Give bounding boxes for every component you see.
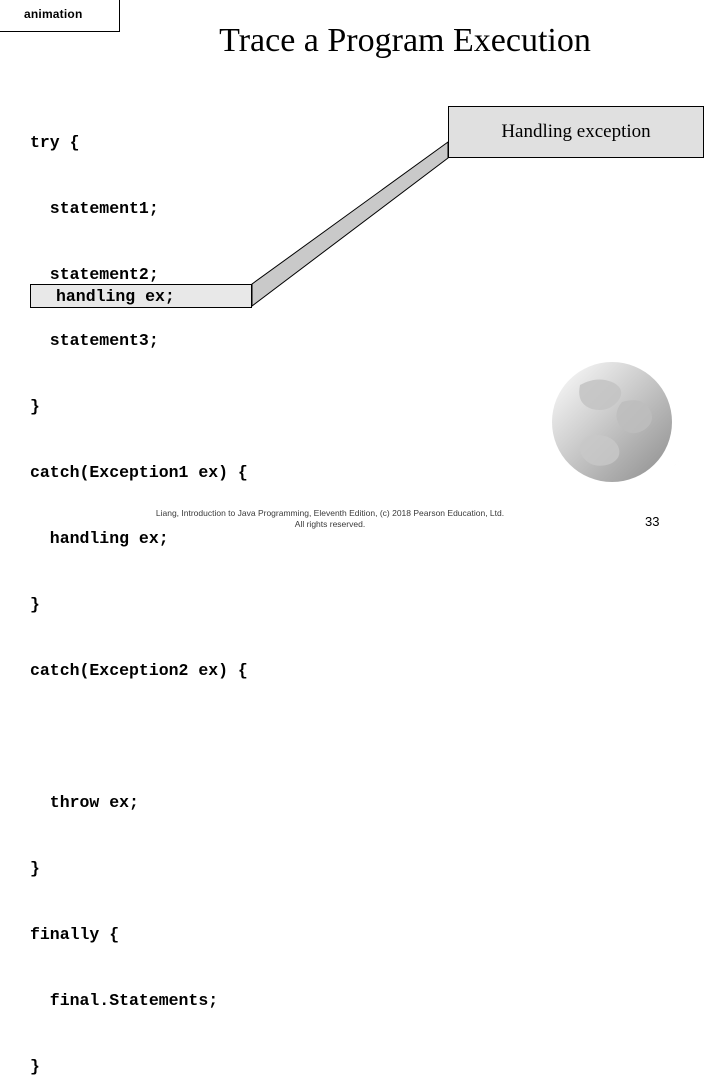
code-line: finally { (30, 925, 120, 944)
callout-label: Handling exception (501, 121, 651, 142)
footer-line-1: Liang, Introduction to Java Programming,… (155, 508, 505, 518)
page-number: 33 (645, 514, 660, 529)
code-line: throw ex; (30, 793, 139, 812)
code-line: handling ex; (30, 529, 169, 548)
slide: animation Trace a Program Execution try … (0, 0, 720, 1076)
code-line: try { (30, 133, 80, 152)
animation-tab-label: animation (24, 7, 83, 21)
animation-tab[interactable]: animation (0, 0, 120, 32)
code-line: catch(Exception2 ex) { (30, 661, 248, 680)
code-line: } (30, 859, 40, 878)
code-line: final.Statements; (30, 991, 219, 1010)
footer: Liang, Introduction to Java Programming,… (0, 508, 660, 530)
globe-graphic (552, 360, 700, 485)
code-line: } (30, 1057, 40, 1076)
code-highlight-box: handling ex; (30, 284, 252, 308)
code-line: } (30, 595, 40, 614)
code-block: try { statement1; statement2; statement3… (30, 88, 248, 1080)
code-line: statement2; (30, 265, 159, 284)
code-line: } (30, 397, 40, 416)
code-line: statement1; (30, 199, 159, 218)
footer-line-2: All rights reserved. (294, 519, 366, 529)
code-highlight-text: handling ex; (56, 287, 175, 306)
code-line: statement3; (30, 331, 159, 350)
code-line: catch(Exception1 ex) { (30, 463, 248, 482)
page-title: Trace a Program Execution (219, 22, 591, 59)
